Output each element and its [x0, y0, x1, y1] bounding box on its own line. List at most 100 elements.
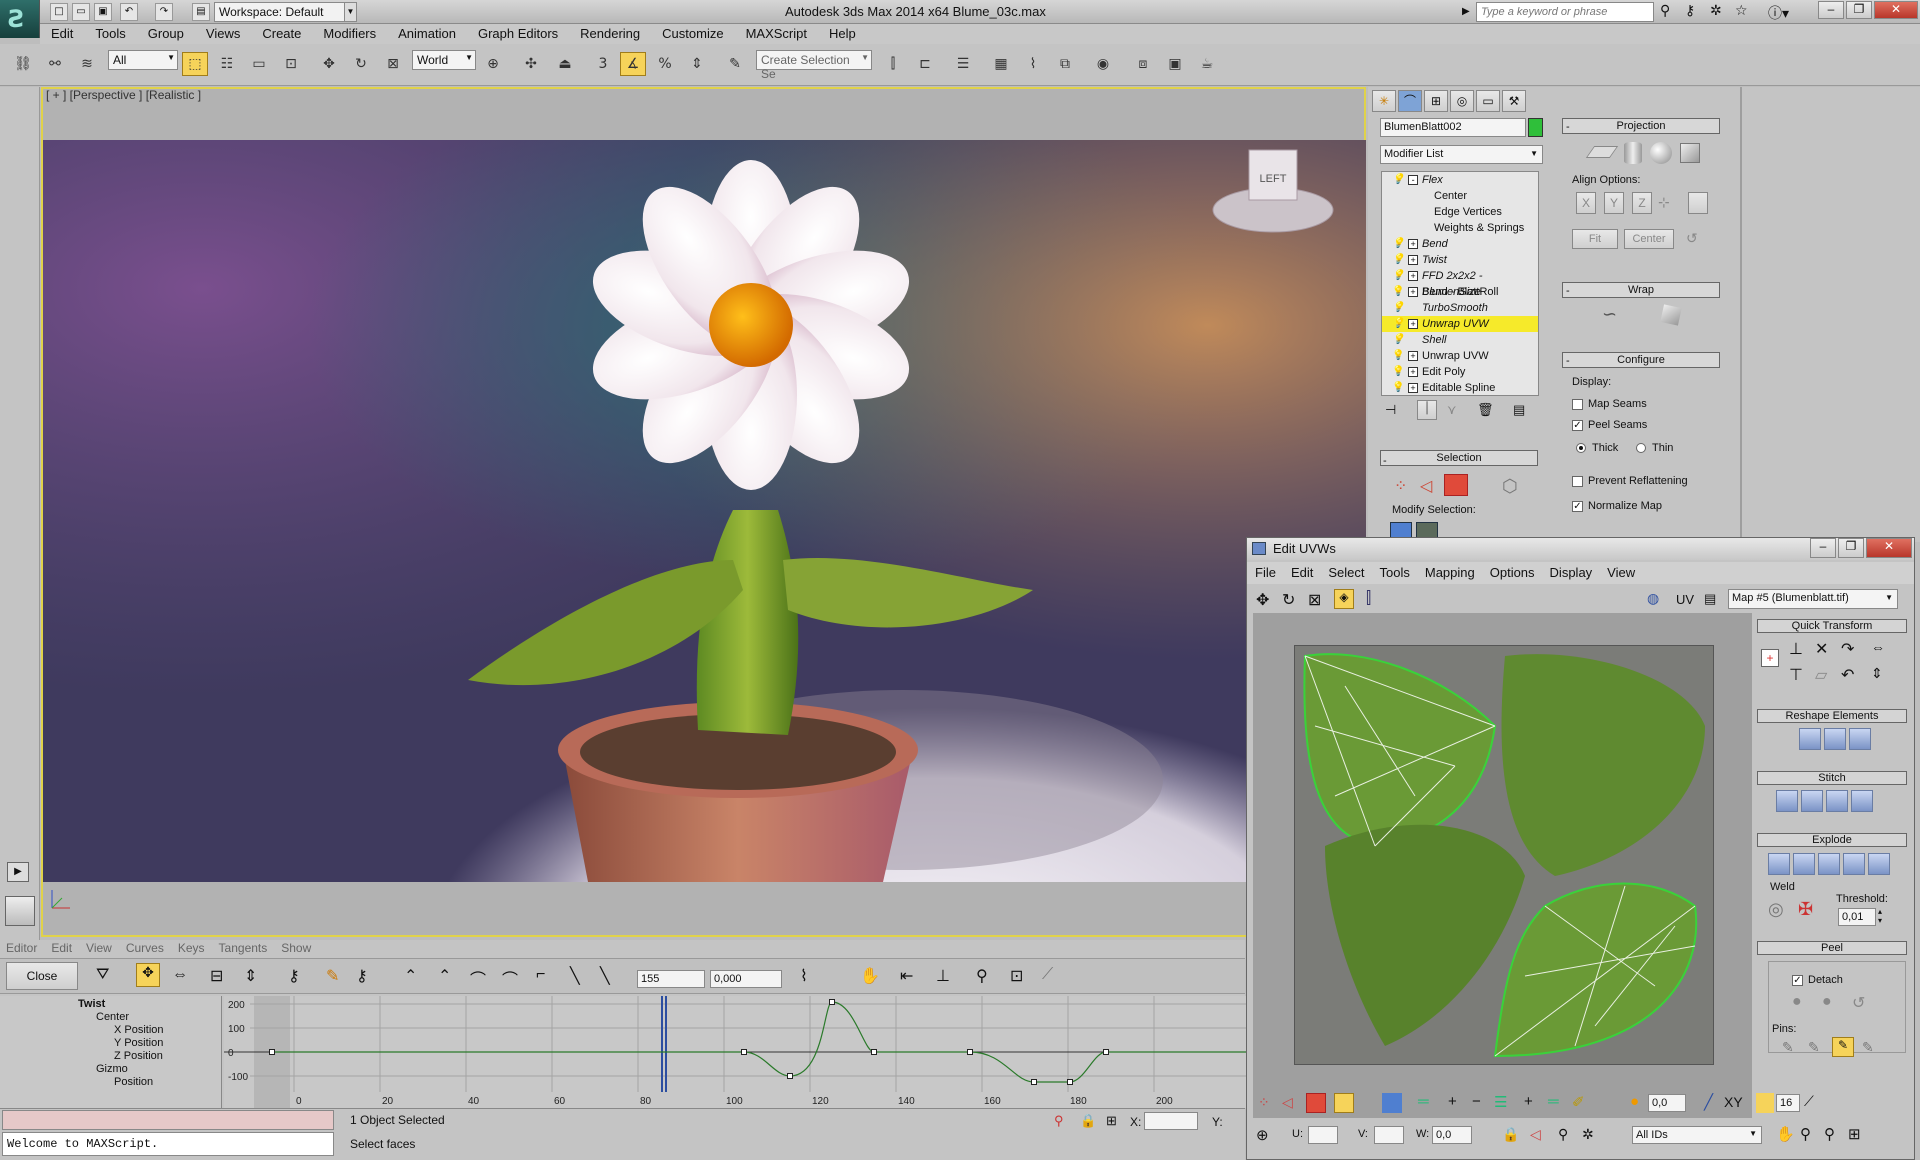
redo-icon[interactable]: ↷	[155, 3, 173, 21]
select-manipulate-icon[interactable]: ✣	[518, 52, 544, 76]
undo-icon[interactable]: ↶	[120, 3, 138, 21]
reduce-keys-icon[interactable]: ⚷	[356, 966, 368, 986]
loop-select-icon[interactable]: ═	[1418, 1093, 1429, 1110]
collapse-minus-icon[interactable]: -	[1566, 121, 1570, 133]
edit-pins-icon[interactable]: ✎	[1832, 1037, 1854, 1057]
lightbulb-icon[interactable]: 💡	[1392, 286, 1404, 298]
controller-tree-item[interactable]: Z Position	[114, 1050, 163, 1062]
straighten-icon[interactable]	[1799, 728, 1821, 750]
modifier-stack-item[interactable]: 💡 + Bend	[1382, 236, 1538, 252]
view-align-icon[interactable]	[1688, 192, 1708, 214]
search-arrow-icon[interactable]: ▶	[1462, 6, 1470, 17]
vertex-mode-icon[interactable]: ⁘	[1394, 476, 1407, 496]
menu-views[interactable]: Views	[195, 24, 251, 41]
wrap-rollout-header[interactable]: Wrap	[1562, 282, 1720, 298]
selection-rollout-header[interactable]: Selection	[1380, 450, 1538, 466]
expand-plus-icon[interactable]: +	[1408, 287, 1418, 297]
controller-tree-item[interactable]: Gizmo	[96, 1063, 128, 1075]
rotate-icon[interactable]: ↻	[348, 52, 374, 76]
uvw-menu-select[interactable]: Select	[1320, 562, 1371, 580]
move-keys-icon[interactable]: ✥	[136, 963, 160, 987]
grow-ring-icon[interactable]: +	[1524, 1093, 1533, 1110]
space-vertical-icon[interactable]: ⇕	[1871, 665, 1883, 682]
peel-mode-icon[interactable]: ●	[1822, 993, 1832, 1011]
controller-tree[interactable]: Twist Center X Position Y Position Z Positio…	[0, 996, 222, 1108]
lock-icon[interactable]: 🔒	[1502, 1126, 1519, 1143]
box-map-icon[interactable]	[1680, 143, 1700, 163]
tangent-linear-icon[interactable]: ╲	[570, 966, 580, 986]
zoom-icon[interactable]: ⚲	[1800, 1125, 1811, 1143]
curve-menu-edit[interactable]: Edit	[45, 939, 80, 955]
expand-plus-icon[interactable]: +	[1408, 319, 1418, 329]
pan-curves-icon[interactable]: ✋	[860, 966, 880, 986]
tab-create-icon[interactable]: ✳	[1372, 90, 1396, 112]
align-icon[interactable]: ⊏	[912, 52, 938, 76]
modifier-stack-item[interactable]: Center	[1382, 188, 1538, 204]
reference-coord-dropdown[interactable]: World ▼	[412, 50, 476, 70]
controller-tree-item[interactable]: X Position	[114, 1024, 164, 1036]
flatten-by-material-icon[interactable]	[1818, 853, 1840, 875]
map-seams-checkbox[interactable]: Map Seams	[1572, 398, 1647, 410]
zoom-region-curves-icon[interactable]: ⊡	[1010, 966, 1023, 986]
window-crossing-icon[interactable]: ⊡	[278, 52, 304, 76]
v-field[interactable]	[1374, 1126, 1404, 1144]
element-mode-icon[interactable]: ⬡	[1502, 476, 1518, 497]
pan-icon[interactable]: ✋	[1776, 1125, 1795, 1143]
edge-select-icon[interactable]: ◁	[1282, 1094, 1293, 1111]
collapse-minus-icon[interactable]: -	[1383, 455, 1387, 467]
tab-display-icon[interactable]: ▭	[1476, 90, 1500, 112]
tangent-auto-icon[interactable]: ⌃	[404, 966, 417, 986]
collapse-minus-icon[interactable]: -	[1408, 175, 1418, 185]
uv-mirror-icon[interactable]: ⫿	[1366, 590, 1371, 608]
cylindrical-map-icon[interactable]	[1624, 142, 1642, 164]
element-select-icon[interactable]	[1334, 1093, 1354, 1113]
rect-selection-icon[interactable]: ▭	[246, 52, 272, 76]
render-setup-icon[interactable]: ⧈	[1130, 52, 1156, 76]
controller-tree-item[interactable]: Position	[114, 1076, 153, 1088]
material-editor-icon[interactable]: ◉	[1090, 52, 1116, 76]
pixel-snap-icon[interactable]	[1756, 1093, 1774, 1113]
tangent-slow-icon[interactable]: ⌒	[502, 966, 518, 990]
save-file-icon[interactable]: ▣	[94, 3, 112, 21]
expand-plus-icon[interactable]: +	[1408, 271, 1418, 281]
peel-seams-checkbox[interactable]: ✓ Peel Seams	[1572, 419, 1647, 431]
uvw-menu-file[interactable]: File	[1247, 562, 1283, 580]
filter-icon[interactable]: ✲	[1582, 1126, 1594, 1143]
curve-menu-editor[interactable]: Editor	[0, 939, 45, 955]
uvw-minimize-button[interactable]: –	[1810, 538, 1836, 558]
stitch-target-icon[interactable]	[1801, 790, 1823, 812]
menu-maxscript[interactable]: MAXScript	[735, 24, 818, 41]
tangent-custom-icon[interactable]: ⌃	[438, 966, 451, 986]
explode-header[interactable]: Explode	[1757, 833, 1907, 847]
lightbulb-icon[interactable]: 💡	[1392, 382, 1404, 394]
make-unique-icon[interactable]: ⋎	[1447, 402, 1457, 418]
pivot-center-icon[interactable]: ⊕	[480, 52, 506, 76]
ring-select-icon[interactable]: ☰	[1494, 1093, 1507, 1111]
modifier-stack[interactable]: 💡 - Flex Center Edge Vertices Weights & Sprin…	[1381, 171, 1539, 396]
edge-mode-icon[interactable]: ◁	[1420, 476, 1432, 496]
modifier-stack-item[interactable]: 💡 + Unwrap UVW	[1382, 316, 1538, 332]
menu-edit[interactable]: Edit	[40, 24, 84, 41]
map-dropdown[interactable]: Map #5 (Blumenblatt.tif) ▼	[1728, 589, 1898, 609]
close-curve-editor-button[interactable]: Close	[6, 962, 78, 990]
stitch-custom-icon[interactable]	[1776, 790, 1798, 812]
search-input[interactable]: Type a keyword or phrase	[1476, 2, 1654, 22]
star-icon[interactable]: ☆	[1735, 3, 1748, 19]
play-icon[interactable]: ▶	[7, 862, 29, 882]
key-icon[interactable]: ⚷	[1685, 3, 1695, 19]
lightbulb-icon[interactable]: 💡	[1392, 334, 1404, 346]
mirror-icon[interactable]: ⫿	[880, 52, 906, 76]
frame-values-icon[interactable]: ⊥	[936, 966, 950, 986]
align-y-button[interactable]: Y	[1604, 192, 1624, 214]
frame-field[interactable]: 155	[637, 970, 705, 988]
expand-plus-icon[interactable]: +	[1408, 351, 1418, 361]
u-field[interactable]	[1308, 1126, 1338, 1144]
tangent-step-icon[interactable]: ⌐	[536, 966, 545, 984]
reshape-elements-header[interactable]: Reshape Elements	[1757, 709, 1907, 723]
pin-icon[interactable]: ✎	[1782, 1039, 1794, 1056]
quick-peel-icon[interactable]: ●	[1792, 993, 1802, 1011]
uvw-menu-tools[interactable]: Tools	[1372, 562, 1417, 580]
stitch-source-icon[interactable]	[1851, 790, 1873, 812]
lightbulb-icon[interactable]: 💡	[1392, 318, 1404, 330]
expand-plus-icon[interactable]: +	[1408, 255, 1418, 265]
